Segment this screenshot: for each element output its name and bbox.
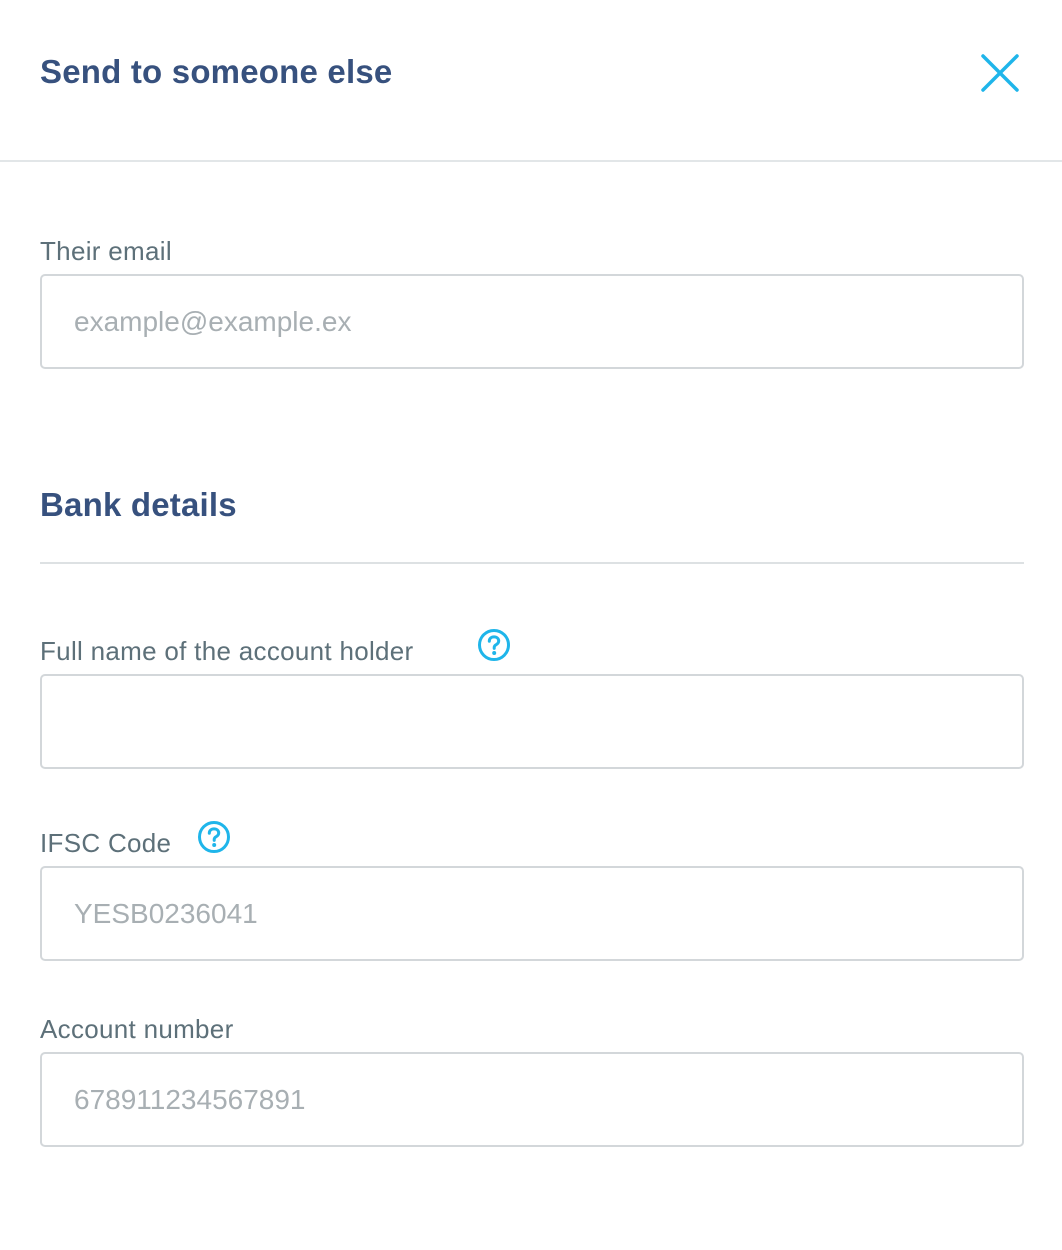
help-question-icon — [198, 821, 230, 853]
email-field[interactable] — [40, 274, 1024, 369]
email-label: Their email — [40, 236, 172, 266]
ifsc-field[interactable] — [40, 866, 1024, 961]
ifsc-label: IFSC Code — [40, 828, 172, 858]
dialog-title: Send to someone else — [40, 53, 393, 90]
account-number-field[interactable] — [40, 1052, 1024, 1147]
ifsc-help-icon[interactable] — [197, 820, 231, 854]
account-holder-field[interactable] — [40, 674, 1024, 769]
account-holder-label: Full name of the account holder — [40, 636, 414, 666]
dialog-header: Send to someone else — [0, 0, 1062, 162]
help-question-icon — [478, 629, 510, 661]
account-holder-help-icon[interactable] — [477, 628, 511, 662]
section-divider — [40, 562, 1024, 564]
close-icon — [981, 54, 1019, 92]
close-button[interactable] — [977, 50, 1023, 96]
account-number-label: Account number — [40, 1014, 234, 1044]
section-title-bank-details: Bank details — [40, 486, 237, 523]
